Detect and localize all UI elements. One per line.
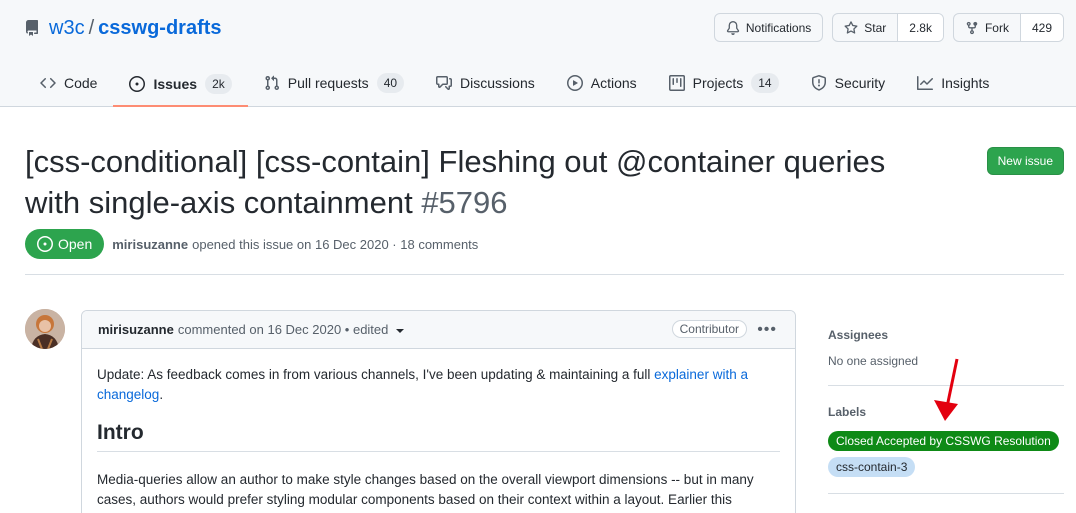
tab-security[interactable]: Security [795,62,902,104]
label-css-contain-3[interactable]: css-contain-3 [828,457,916,477]
graph-icon [917,76,934,90]
bell-icon [726,20,740,35]
tab-label: Issues [153,75,198,92]
tab-label: Code [64,75,98,91]
issue-title: [css-conditional] [css-contain] Fleshing… [25,141,945,223]
tab-label: Security [834,75,886,91]
annotation-arrow-icon [934,358,959,421]
shield-icon [811,75,826,91]
issue-state-label: Open [58,236,93,252]
kebab-horizontal-icon[interactable]: ••• [757,321,777,339]
comment-text: Update: As feedback comes in from variou… [97,367,655,382]
assignees-value: No one assigned [828,354,919,368]
labels-heading[interactable]: Labels [828,405,866,419]
tab-pull-requests[interactable]: Pull requests 40 [248,62,420,104]
repo-title: w3c / csswg-drafts [24,15,222,41]
avatar[interactable] [25,309,65,349]
repo-actions: Notifications Star 2.8k Fork 429 [713,13,1064,42]
edited-dropdown-caret-icon[interactable] [396,328,405,333]
star-count[interactable]: 2.8k [897,14,943,41]
avatar-image [25,309,65,349]
repo-nav: Code Issues 2k Pull requests 40 Discussi… [24,62,1005,107]
repo-owner-link[interactable]: w3c [49,17,85,40]
tab-label: Projects [692,75,744,91]
comment-box: mirisuzanne commented on 16 Dec 2020 • e… [81,310,796,513]
title-divider [25,274,1064,275]
comment-discussion-icon [436,76,453,90]
tab-counter: 14 [751,73,779,93]
comment-author-link[interactable]: mirisuzanne [98,322,174,337]
tab-issues[interactable]: Issues 2k [113,62,248,107]
tab-label: Discussions [460,75,535,91]
fork-button-group: Fork 429 [952,13,1064,42]
comment-heading-intro: Intro [97,422,780,452]
tab-insights[interactable]: Insights [901,62,1005,104]
repo-separator: / [88,16,95,39]
star-button[interactable]: Star [833,14,897,41]
tab-discussions[interactable]: Discussions [420,62,551,104]
fork-button[interactable]: Fork [954,14,1020,41]
tab-actions[interactable]: Actions [551,62,653,104]
notifications-button[interactable]: Notifications [713,13,824,42]
issue-opened-icon [129,75,146,92]
issue-meta-text: opened this issue on 16 Dec 2020 · 18 co… [192,236,479,252]
comment-paragraph-2: Media-queries allow an author to make st… [97,472,754,507]
tab-label: Insights [941,75,990,91]
code-icon [40,77,56,89]
git-pull-request-icon [265,75,279,91]
table-icon [668,75,685,91]
contributor-badge: Contributor [671,320,747,338]
tab-code[interactable]: Code [24,62,113,104]
star-icon [844,20,858,34]
assignees-heading[interactable]: Assignees [828,328,888,342]
issue-opened-icon [37,236,53,252]
comment-body: Update: As feedback comes in from variou… [82,349,795,513]
tab-projects[interactable]: Projects 14 [653,62,795,104]
tab-counter: 2k [205,73,232,94]
fork-label: Fork [984,20,1009,35]
tab-counter: 40 [376,73,405,93]
issue-number: #5796 [421,185,508,220]
issue-author-link[interactable]: mirisuzanne [112,237,188,252]
fork-count[interactable]: 429 [1019,14,1063,41]
issue-state-badge: Open [25,229,105,259]
new-issue-button[interactable]: New issue [986,147,1064,175]
notifications-label: Notifications [745,20,812,35]
comment-meta: commented on 16 Dec 2020 • edited [177,322,389,337]
comment-paragraph: Update: As feedback comes in from variou… [97,365,780,405]
sidebar-divider [828,493,1064,494]
label-closed-accepted[interactable]: Closed Accepted by CSSWG Resolution [828,431,1059,451]
play-icon [566,75,583,91]
comment-text-end: . [159,387,164,402]
repo-forked-icon [966,21,978,34]
star-label: Star [864,20,887,35]
issue-meta: Open mirisuzanne opened this issue on 16… [25,229,478,259]
repo-header: w3c / csswg-drafts Notifications Star 2.… [0,0,1076,107]
tab-label: Actions [590,75,637,91]
comment-header: mirisuzanne commented on 16 Dec 2020 • e… [82,311,795,349]
tab-label: Pull requests [287,75,369,91]
repo-name-link[interactable]: csswg-drafts [98,17,221,40]
star-button-group: Star 2.8k [832,13,944,42]
repo-icon [25,20,38,36]
